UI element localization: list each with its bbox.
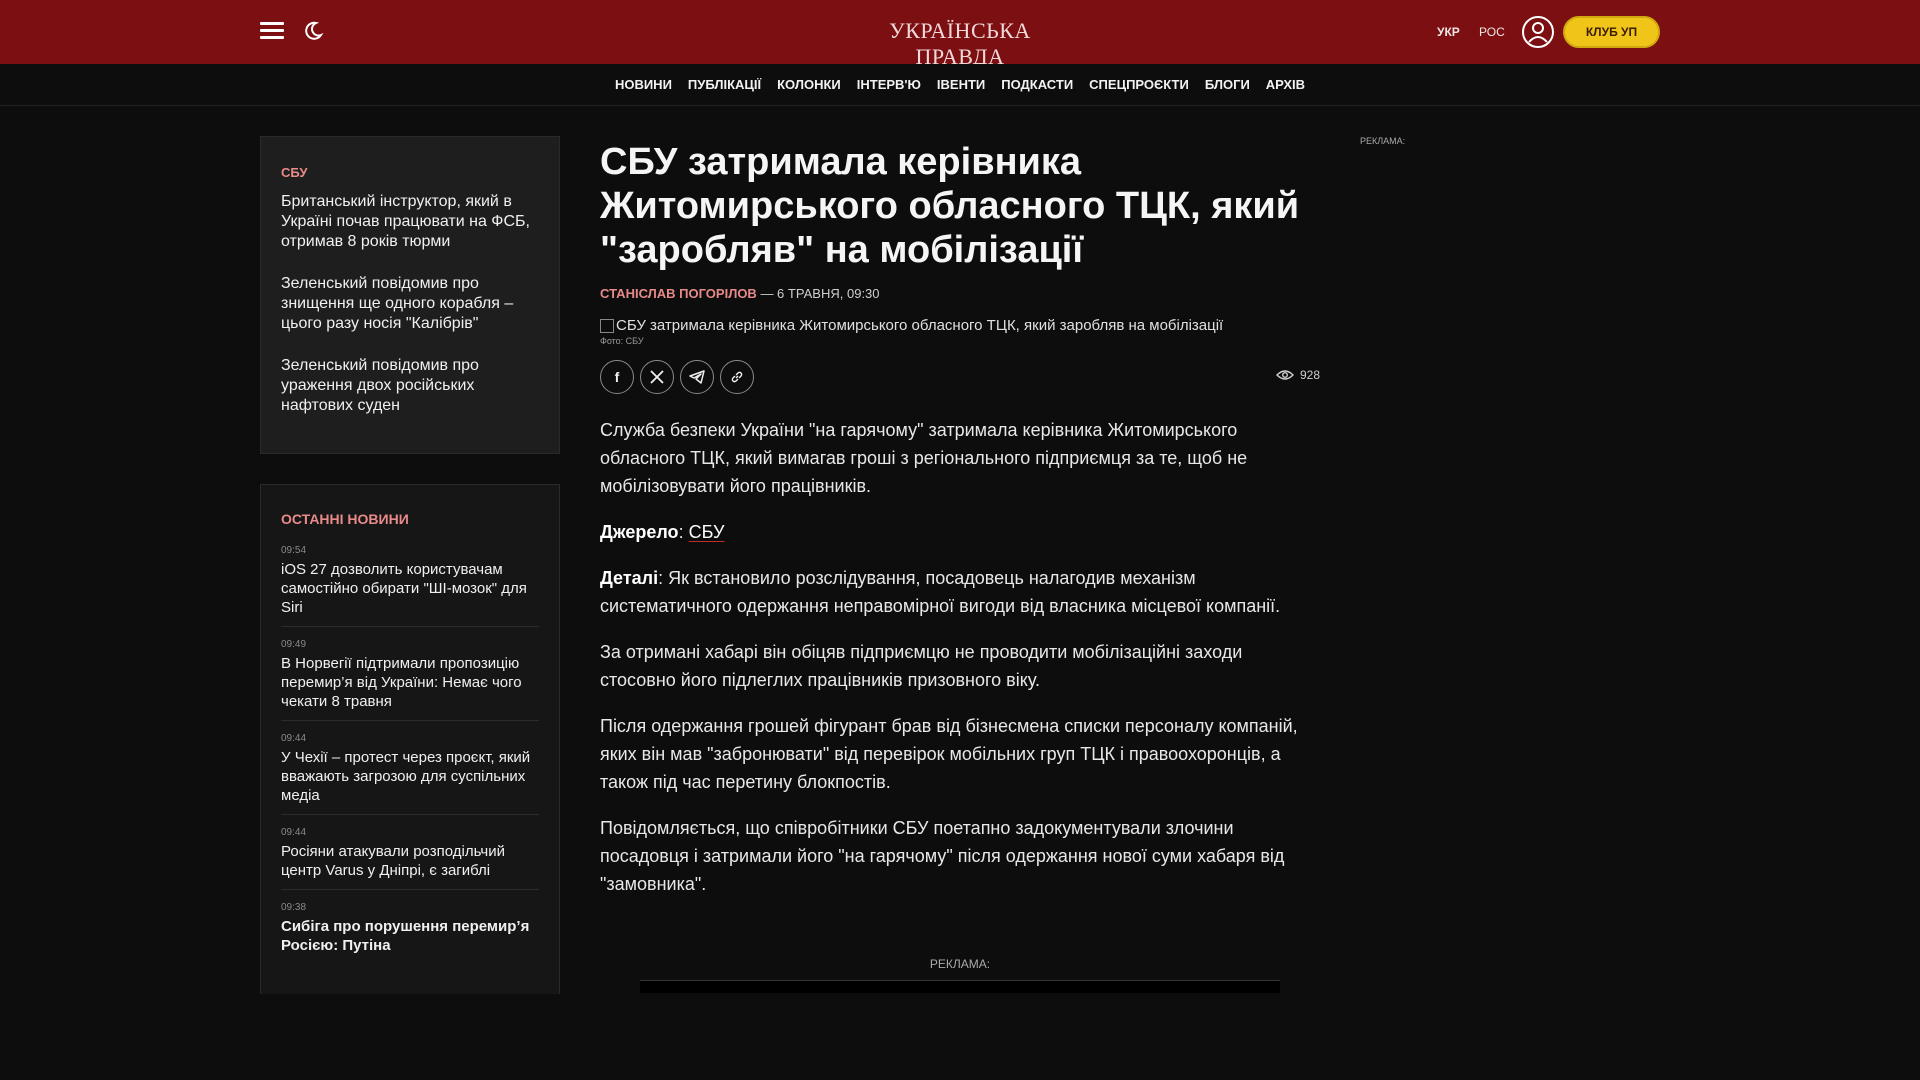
- broken-image-icon: [600, 318, 614, 333]
- related-card: СБУ Британський інструктор, який в Украї…: [260, 136, 560, 454]
- source-separator: :: [678, 522, 689, 542]
- photo-caption: Фото: СБУ: [600, 336, 644, 346]
- news-time: 09:44: [281, 827, 307, 838]
- details-text: : Як встановило розслідування, посадовец…: [600, 568, 1281, 616]
- top-bar: УКРАЇНСЬКА ПРАВДА УКР РОС КЛУБ УП: [0, 0, 1920, 69]
- view-count: 928: [1275, 368, 1320, 382]
- nav-item-specprojects[interactable]: СПЕЦПРОЄКТИ: [1081, 77, 1197, 92]
- related-item[interactable]: Британський інструктор, який в Україні п…: [281, 192, 539, 252]
- photo-alt-text: СБУ затримала керівника Житомирського об…: [616, 317, 1224, 334]
- ad-label-mid: РЕКЛАМА:: [929, 957, 991, 971]
- paragraph: За отримані хабарі він обіцяв підприємцю…: [600, 642, 1243, 690]
- link-icon[interactable]: [720, 360, 754, 394]
- source-label: Джерело: [600, 522, 679, 542]
- nav-item-interview[interactable]: ІНТЕРВ'Ю: [849, 77, 929, 92]
- nav-item-publications[interactable]: ПУБЛІКАЦІЇ: [680, 77, 769, 92]
- ad-slot[interactable]: [640, 980, 1280, 993]
- article: СБУ затримала керівника Житомирського об…: [600, 140, 1320, 898]
- details-label: Деталі: [600, 568, 659, 588]
- news-headline[interactable]: Сибіга про порушення перемир’я Росією: П…: [281, 917, 539, 955]
- site-logo[interactable]: УКРАЇНСЬКА ПРАВДА: [860, 18, 1060, 70]
- nav-item-events[interactable]: ІВЕНТИ: [929, 77, 993, 92]
- publish-date: — 6 ТРАВНЯ, 09:30: [756, 286, 880, 301]
- article-title: СБУ затримала керівника Житомирського об…: [600, 141, 1300, 271]
- source-link[interactable]: СБУ: [689, 522, 725, 542]
- byline: СТАНІСЛАВ ПОГОРІЛОВ — 6 ТРАВНЯ, 09:30: [600, 286, 1320, 301]
- paragraph: Служба безпеки України "на гарячому" зат…: [600, 420, 1248, 496]
- details-line: Деталі: Як встановило розслідування, пос…: [600, 564, 1320, 620]
- news-item[interactable]: 09:49 В Норвегії підтримали пропозицію п…: [281, 639, 539, 721]
- news-headline[interactable]: У Чехії – протест через проєкт, який вва…: [281, 748, 539, 805]
- lang-ros-link[interactable]: РОС: [1479, 25, 1505, 39]
- article-body: Служба безпеки України "на гарячому" зат…: [600, 416, 1320, 898]
- nav-item-blogs[interactable]: БЛОГИ: [1197, 77, 1258, 92]
- share-row: f 928: [600, 360, 1320, 394]
- club-button[interactable]: КЛУБ УП: [1563, 16, 1660, 48]
- user-icon[interactable]: [1522, 16, 1554, 48]
- news-item[interactable]: 09:54 iOS 27 дозволить користувачам само…: [281, 545, 539, 627]
- related-item[interactable]: Зеленський повідомив про ураження двох р…: [281, 356, 539, 416]
- news-headline[interactable]: В Норвегії підтримали пропозицію перемир…: [281, 654, 539, 711]
- related-item[interactable]: Зеленський повідомив про знищення ще одн…: [281, 274, 539, 334]
- latest-news-header[interactable]: ОСТАННІ НОВИНИ: [281, 511, 539, 527]
- moon-icon[interactable]: [302, 20, 324, 42]
- facebook-icon[interactable]: f: [600, 360, 634, 394]
- news-headline[interactable]: Росіяни атакували розподільчий центр Var…: [281, 842, 539, 880]
- nav-item-columns[interactable]: КОЛОНКИ: [769, 77, 849, 92]
- author-link[interactable]: СТАНІСЛАВ ПОГОРІЛОВ: [600, 286, 757, 301]
- x-icon[interactable]: [640, 360, 674, 394]
- view-count-value: 928: [1299, 368, 1320, 382]
- eye-icon: [1275, 370, 1294, 380]
- news-time: 09:44: [281, 733, 307, 744]
- main-nav: НОВИНИ ПУБЛІКАЦІЇ КОЛОНКИ ІНТЕРВ'Ю ІВЕНТ…: [0, 64, 1920, 106]
- ad-label-right: РЕКЛАМА:: [1360, 136, 1406, 146]
- page-footer-area: [0, 994, 1920, 1080]
- nav-item-news[interactable]: НОВИНИ: [607, 77, 680, 92]
- related-tag[interactable]: СБУ: [281, 165, 539, 180]
- news-item[interactable]: 09:38 Сибіга про порушення перемир’я Рос…: [281, 902, 539, 964]
- paragraph: Повідомляється, що співробітники СБУ пое…: [600, 818, 1285, 894]
- article-photo: СБУ затримала керівника Житомирського об…: [600, 317, 1320, 334]
- news-time: 09:49: [281, 639, 307, 650]
- news-time: 09:38: [281, 902, 307, 913]
- lang-ukr-link[interactable]: УКР: [1437, 25, 1460, 39]
- source-line: Джерело: СБУ: [600, 518, 1320, 546]
- news-item[interactable]: 09:44 Росіяни атакували розподільчий цен…: [281, 827, 539, 890]
- news-headline[interactable]: iOS 27 дозволить користувачам самостійно…: [281, 560, 539, 617]
- telegram-icon[interactable]: [680, 360, 714, 394]
- menu-icon[interactable]: [260, 22, 284, 40]
- news-time: 09:54: [281, 545, 307, 556]
- news-item[interactable]: 09:44 У Чехії – протест через проєкт, як…: [281, 733, 539, 815]
- latest-news-card: ОСТАННІ НОВИНИ 09:54 iOS 27 дозволить ко…: [260, 484, 560, 996]
- nav-item-podcasts[interactable]: ПОДКАСТИ: [993, 77, 1081, 92]
- nav-item-archive[interactable]: АРХІВ: [1258, 77, 1313, 92]
- paragraph: Після одержання грошей фігурант брав від…: [600, 716, 1298, 792]
